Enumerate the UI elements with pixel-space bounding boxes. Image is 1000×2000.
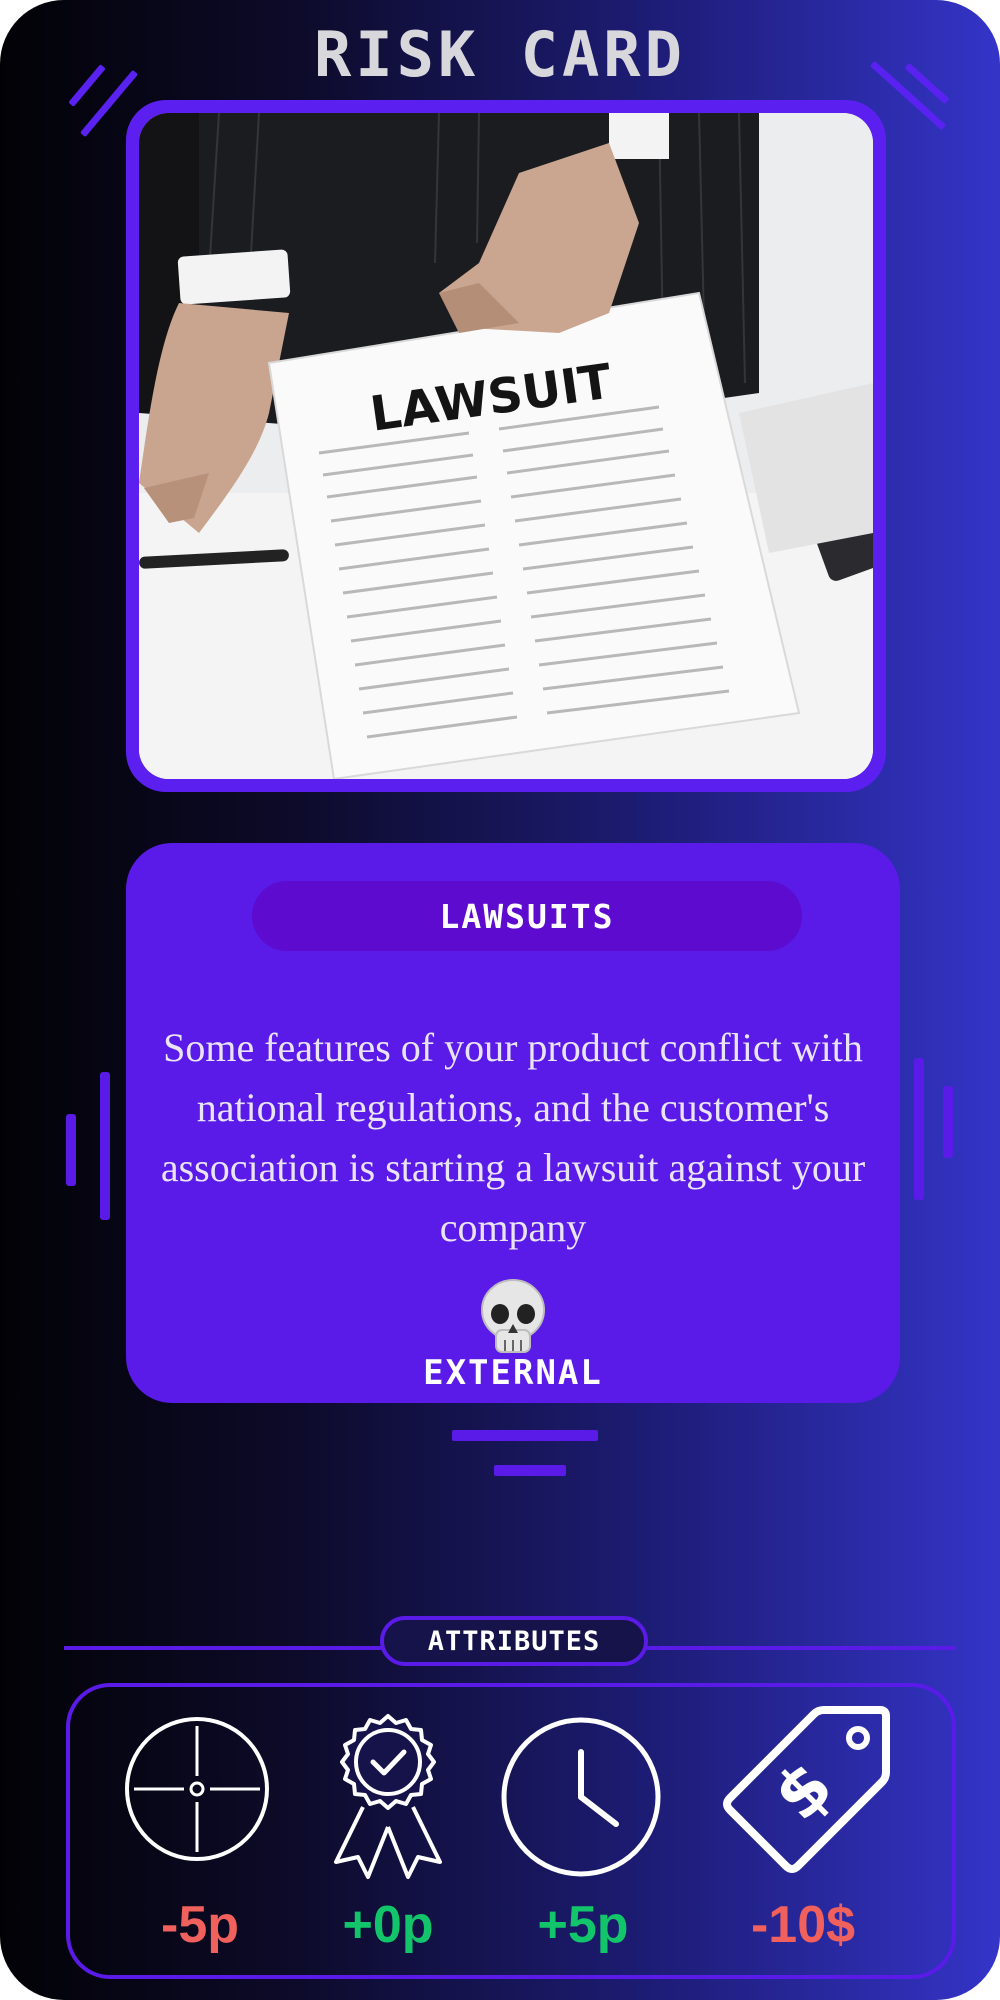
award-badge-icon <box>334 1714 442 1879</box>
skull-icon <box>481 1279 545 1353</box>
illustration-frame: LAWSUIT <box>126 100 886 792</box>
attribute-value: +0p <box>342 1896 434 1954</box>
attribute-value: -10$ <box>750 1896 856 1954</box>
price-tag-icon: $ <box>723 1706 890 1873</box>
decor-dash <box>452 1430 598 1441</box>
attribute-value: +5p <box>537 1896 629 1954</box>
risk-info-panel: LAWSUITS Some features of your product c… <box>126 843 900 1403</box>
risk-type-label: EXTERNAL <box>423 1353 603 1393</box>
decor-bar <box>66 1114 76 1186</box>
decor-bar <box>914 1058 924 1200</box>
attributes-header: ATTRIBUTES <box>380 1616 648 1666</box>
decor-bar <box>943 1086 953 1158</box>
crosshair-icon <box>125 1717 269 1861</box>
card-title: RISK CARD <box>314 18 686 91</box>
clock-icon <box>501 1717 661 1877</box>
risk-description: Some features of your product conflict w… <box>160 1025 866 1250</box>
risk-card: RISK CARD LAWSUIT LAWSUITS Some features… <box>0 0 1000 2000</box>
attribute-value: -5p <box>161 1896 239 1954</box>
lawsuit-illustration: LAWSUIT <box>139 113 873 779</box>
decor-bar <box>100 1072 110 1220</box>
decor-dash <box>494 1465 566 1476</box>
risk-name-pill: LAWSUITS <box>252 881 802 951</box>
